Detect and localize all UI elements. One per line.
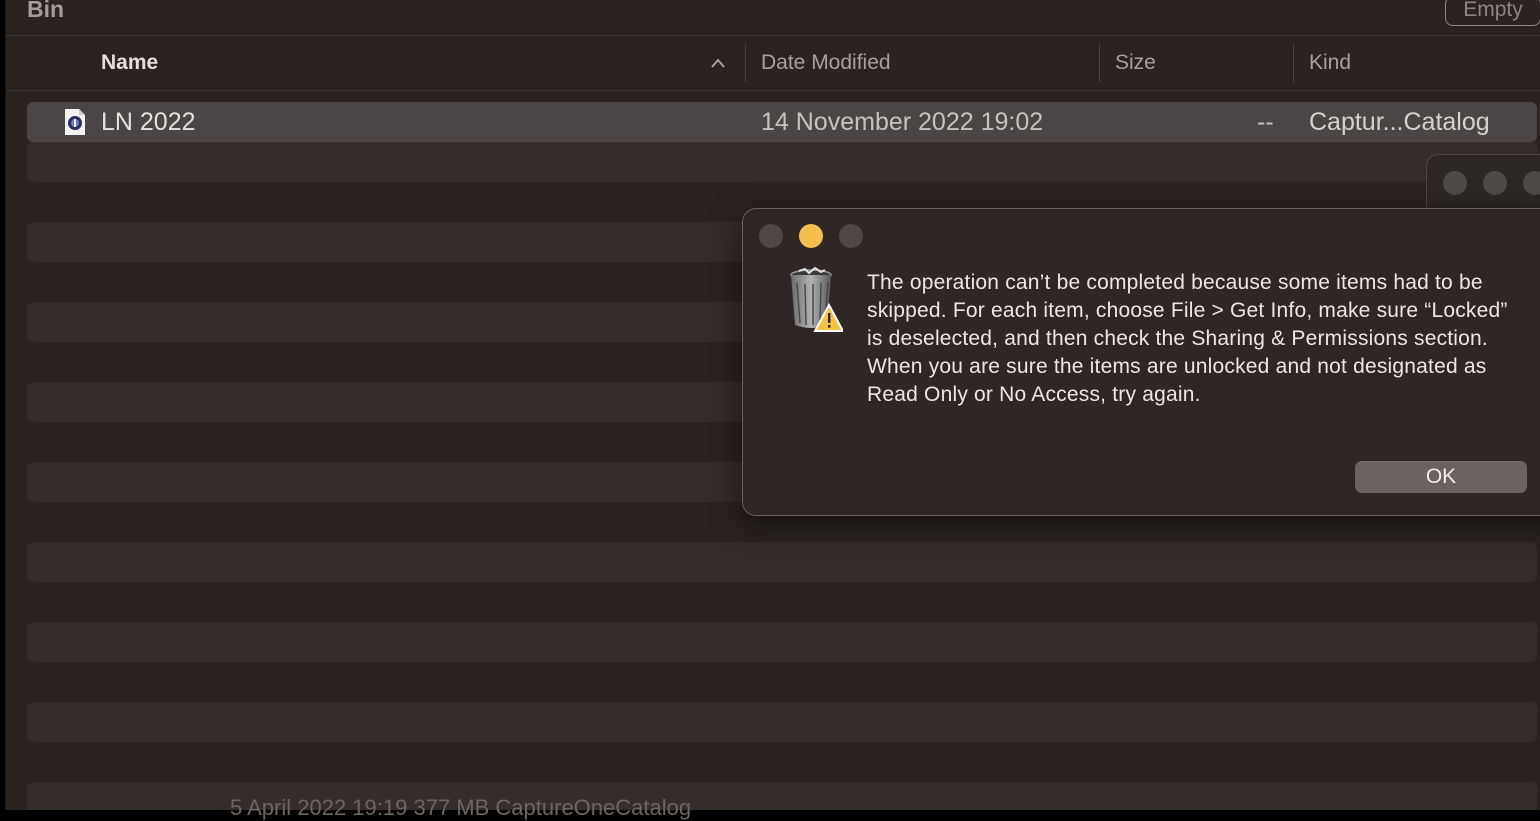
column-name-header[interactable]: Name: [101, 36, 158, 91]
file-name: LN 2022: [101, 108, 196, 136]
file-kind: Captur...Catalog: [1309, 108, 1490, 136]
empty-row: [27, 702, 1537, 742]
capture-one-catalog-icon: [65, 109, 85, 135]
minimize-icon[interactable]: [1483, 171, 1507, 195]
close-icon[interactable]: [759, 224, 783, 248]
titlebar: Bin Empty: [6, 0, 1540, 36]
file-row[interactable]: LN 2022 14 November 2022 19:02 -- Captur…: [27, 102, 1537, 142]
empty-bin-button[interactable]: Empty: [1445, 0, 1540, 26]
file-date: 14 November 2022 19:02: [761, 108, 1044, 136]
column-separator[interactable]: [1099, 44, 1100, 82]
alert-message: The operation can’t be completed because…: [867, 271, 1508, 406]
column-separator[interactable]: [745, 44, 746, 82]
empty-row: [27, 622, 1537, 662]
column-kind-header[interactable]: Kind: [1309, 36, 1351, 91]
column-separator[interactable]: [1293, 44, 1294, 82]
background-window-row: 5 April 2022 19:19 377 MB CaptureOneCata…: [0, 795, 1540, 820]
ok-button[interactable]: OK: [1355, 461, 1527, 493]
trash-warning-icon: [790, 267, 843, 332]
column-header: Name Date Modified Size Kind: [6, 36, 1540, 91]
alert-dialog: The operation can’t be completed because…: [742, 208, 1540, 516]
column-size-header[interactable]: Size: [1115, 36, 1156, 91]
column-date-header[interactable]: Date Modified: [761, 36, 891, 91]
empty-row: [27, 142, 1537, 182]
zoom-icon[interactable]: [839, 224, 863, 248]
window-title: Bin: [27, 0, 65, 22]
close-icon[interactable]: [1443, 171, 1467, 195]
sort-ascending-icon[interactable]: [710, 56, 726, 70]
zoom-icon[interactable]: [1523, 171, 1540, 195]
file-size: --: [1257, 108, 1274, 136]
background-row-text: 5 April 2022 19:19 377 MB CaptureOneCata…: [230, 795, 692, 820]
empty-row: [27, 542, 1537, 582]
minimize-icon[interactable]: [799, 224, 823, 248]
